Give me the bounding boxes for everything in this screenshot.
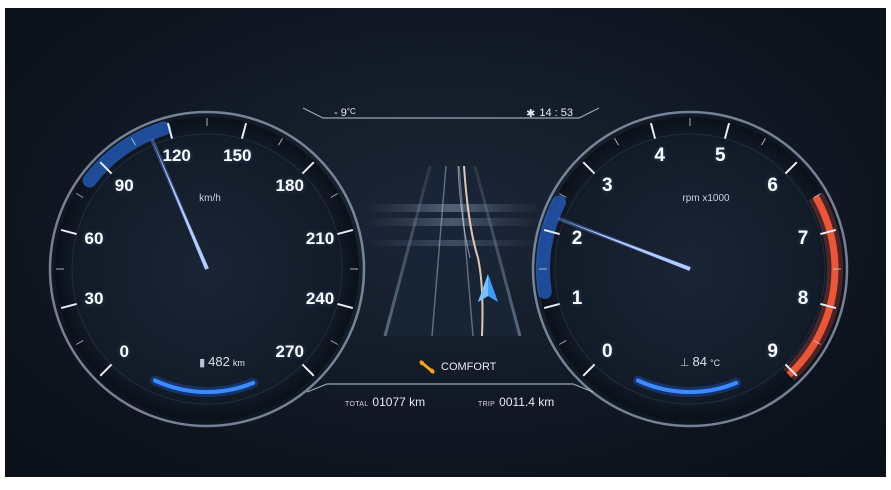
tick-label: 3: [601, 175, 613, 197]
top-status-bar: - 9°C ✱ 14 : 53: [301, 106, 601, 126]
tick-label: 0: [119, 341, 129, 361]
tick-label: 9: [767, 340, 779, 362]
tick-label: 6: [767, 175, 779, 197]
fuel-range-value: 482: [208, 354, 230, 369]
navigation-road-graphic: [365, 166, 540, 336]
rpm-unit-label: rpm x1000: [682, 193, 730, 204]
trip-odometer: TRIP 0011.4 km: [478, 395, 554, 409]
trip-value: 0011.4 km: [499, 395, 555, 409]
total-label: TOTAL: [345, 401, 369, 408]
clock-group: ✱ 14 : 53: [526, 107, 573, 120]
tick-label: 120: [162, 145, 191, 165]
outside-temp-unit: °C: [346, 107, 356, 116]
clock-time: 14 : 53: [539, 107, 573, 119]
coolant-temp-unit: °C: [709, 358, 721, 368]
trip-label: TRIP: [478, 401, 496, 408]
fuel-range-unit: km: [232, 358, 245, 368]
suspension-icon: [419, 360, 435, 374]
tick-label: 180: [275, 176, 304, 196]
tick-label: 7: [797, 227, 809, 249]
tick-label: 0: [601, 340, 613, 362]
tick-label: 270: [275, 341, 304, 361]
tick-label: 90: [114, 176, 134, 196]
outside-temperature: - 9°C: [334, 107, 356, 119]
total-value: 01077 km: [372, 395, 426, 409]
tick-label: 8: [797, 288, 809, 310]
coolant-temperature-icon: ⊥: [679, 357, 690, 369]
tick-label: 5: [714, 144, 726, 166]
tick-label: 2: [571, 227, 583, 249]
instrument-cluster: 0 30 60 90 120 150 180 210 240 270 km/h ▮ 482 km …: [5, 8, 886, 477]
tick-label: 4: [654, 144, 665, 166]
tick-label: 60: [84, 228, 104, 248]
speed-unit-label: km/h: [199, 193, 221, 204]
coolant-temp-value: 84: [692, 354, 707, 369]
tick-label: 1: [571, 288, 583, 310]
odometer-bar: TOTAL 01077 km TRIP 0011.4 km: [305, 378, 595, 418]
tick-label: 30: [84, 289, 104, 309]
bluetooth-icon: ✱: [526, 108, 536, 120]
drive-mode-label: COMFORT: [441, 361, 497, 373]
coolant-temp-readout: ⊥ 84 °C: [680, 354, 720, 369]
total-odometer: TOTAL 01077 km: [345, 395, 425, 409]
tick-label: 210: [305, 228, 335, 248]
tick-label: 150: [223, 145, 252, 165]
fuel-pump-icon: ▮: [199, 357, 206, 369]
drive-mode-indicator: COMFORT: [419, 360, 496, 374]
fuel-range-readout: ▮ 482 km: [199, 354, 245, 369]
tick-label: 240: [305, 289, 335, 309]
outside-temp-value: - 9: [334, 107, 347, 119]
